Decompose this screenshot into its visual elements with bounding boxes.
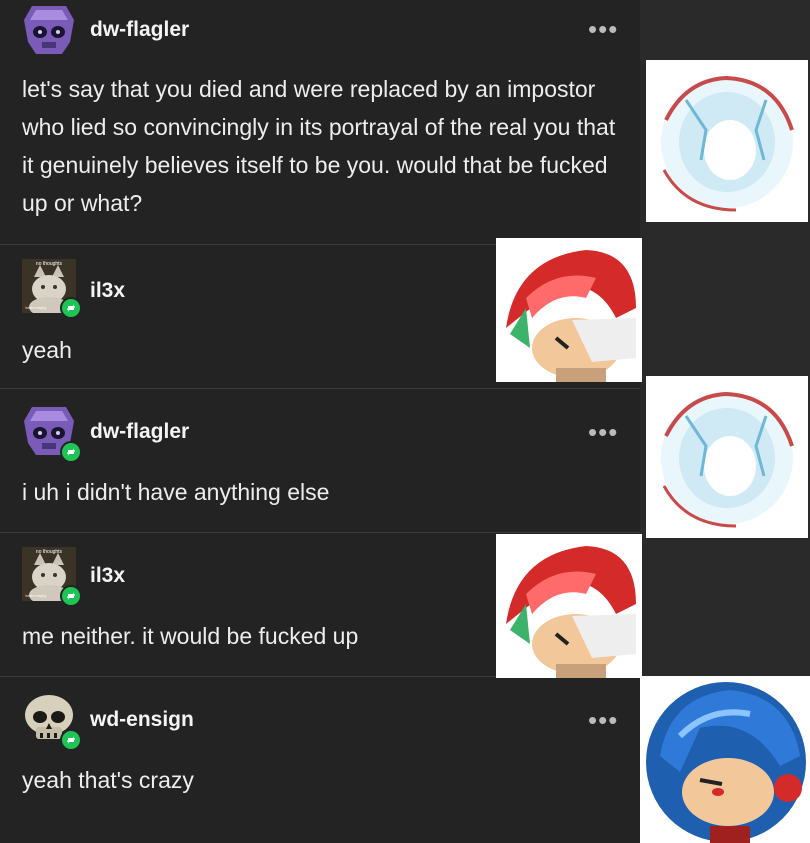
blue-helmet-sprite-image — [640, 676, 810, 843]
reblog-badge — [60, 729, 82, 751]
reblog-thread: dw-flagler ••• let's say that you died a… — [0, 0, 640, 843]
more-options-icon[interactable]: ••• — [588, 705, 618, 736]
crystal-orb-sprite-image — [646, 376, 808, 538]
post-text: i uh i didn't have anything else — [22, 479, 330, 505]
username[interactable]: il3x — [90, 564, 125, 588]
username[interactable]: wd-ensign — [90, 708, 194, 732]
red-helmet-sprite-image — [496, 238, 642, 382]
avatar-caption-bottom: brain empty — [26, 593, 47, 598]
username[interactable]: il3x — [90, 279, 125, 303]
post-text: let's say that you died and were replace… — [22, 76, 616, 216]
reblog-icon — [67, 448, 75, 456]
post-wd-ensign: wd-ensign ••• yeah that's crazy — [0, 677, 640, 843]
more-options-icon[interactable]: ••• — [588, 417, 618, 448]
avatar-caption-top: no thoughts — [36, 261, 63, 267]
crystal-orb-sprite-image — [646, 60, 808, 222]
reblog-badge — [60, 297, 82, 319]
reblog-badge — [60, 585, 82, 607]
more-options-icon[interactable]: ••• — [588, 14, 618, 45]
post-text: yeah that's crazy — [22, 767, 194, 793]
post-dw-flagler-2: dw-flagler ••• i uh i didn't have anythi… — [0, 389, 640, 532]
username[interactable]: dw-flagler — [90, 18, 189, 42]
red-helmet-sprite-image — [496, 534, 642, 678]
username[interactable]: dw-flagler — [90, 420, 189, 444]
reblog-icon — [67, 736, 75, 744]
reblog-icon — [67, 304, 75, 312]
reblog-icon — [67, 592, 75, 600]
post-dw-flagler-1: dw-flagler ••• let's say that you died a… — [0, 0, 640, 244]
post-text: me neither. it would be fucked up — [22, 623, 359, 649]
reblog-badge — [60, 441, 82, 463]
avatar-caption-top: no thoughts — [36, 549, 63, 555]
post-text: yeah — [22, 337, 72, 363]
crystal-skull-avatar-icon[interactable] — [22, 2, 76, 56]
avatar-caption-bottom: brain empty — [26, 305, 47, 310]
